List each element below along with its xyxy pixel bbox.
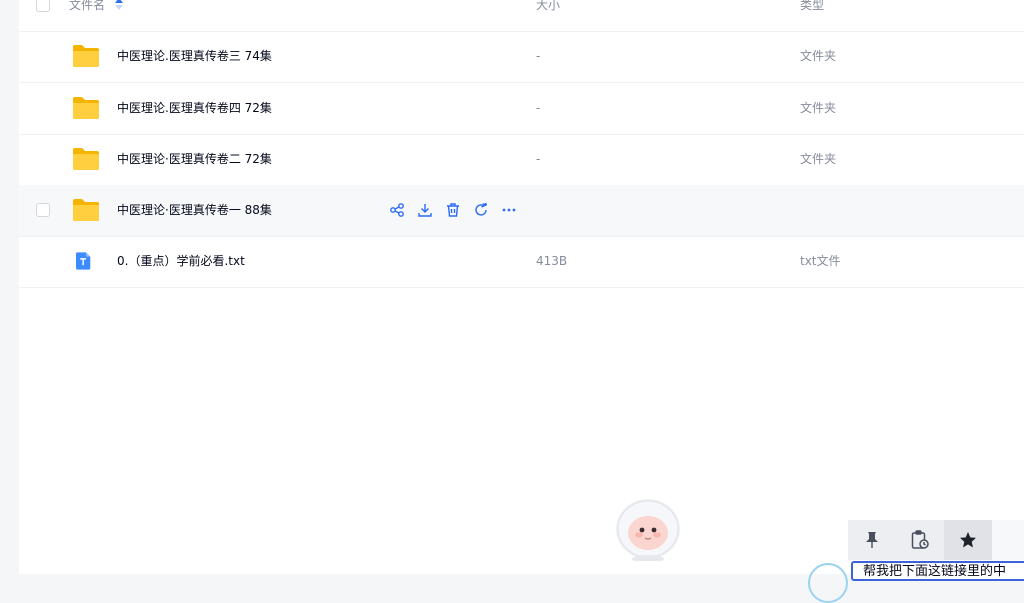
assistant-avatar[interactable] xyxy=(808,563,848,603)
file-size: - xyxy=(536,49,541,63)
file-name[interactable]: 中医理论.医理真传卷四 72集 xyxy=(117,83,272,134)
folder-icon xyxy=(73,97,99,119)
sort-icon[interactable] xyxy=(114,0,123,18)
refresh-icon[interactable] xyxy=(472,201,490,219)
file-list-panel: 文件名 大小 类型 中医理论.医理真传卷三 74集 - 文件夹 中医理论.医理真… xyxy=(19,0,1024,574)
file-size: - xyxy=(536,101,541,115)
download-icon[interactable] xyxy=(416,201,434,219)
clipboard-clock-icon[interactable] xyxy=(896,520,944,560)
table-row[interactable]: 中医理论·医理真传卷二 72集 - 文件夹 xyxy=(19,134,1024,186)
file-name[interactable]: 中医理论.医理真传卷三 74集 xyxy=(117,31,272,82)
toolbar-spacer xyxy=(992,520,1024,560)
row-checkbox[interactable] xyxy=(36,203,50,217)
table-row[interactable]: 中医理论.医理真传卷四 72集 - 文件夹 xyxy=(19,83,1024,135)
file-name[interactable]: 中医理论·医理真传卷二 72集 xyxy=(117,134,272,185)
table-row[interactable]: 中医理论.医理真传卷三 74集 - 文件夹 xyxy=(19,31,1024,83)
file-name[interactable]: 中医理论·医理真传卷一 88集 xyxy=(117,185,272,236)
pin-icon[interactable] xyxy=(848,520,896,560)
table-row[interactable]: 中医理论·医理真传卷一 88集 xyxy=(19,185,1024,237)
name-column-label: 文件名 xyxy=(69,0,106,12)
table-row[interactable]: 0.（重点）学前必看.txt 413B txt文件 xyxy=(19,236,1024,288)
file-type: 文件夹 xyxy=(800,152,837,166)
file-list-header: 文件名 大小 类型 xyxy=(19,0,1024,32)
file-size: - xyxy=(536,152,541,166)
file-type: txt文件 xyxy=(800,254,841,268)
select-all-checkbox[interactable] xyxy=(36,0,50,12)
floating-toolbar xyxy=(848,520,1024,560)
share-icon[interactable] xyxy=(388,201,406,219)
name-column-header[interactable]: 文件名 xyxy=(69,0,123,17)
file-size: 413B xyxy=(536,254,568,268)
more-icon[interactable] xyxy=(500,201,518,219)
txt-file-icon xyxy=(76,252,91,270)
type-column-header[interactable]: 类型 xyxy=(800,0,824,17)
folder-icon xyxy=(73,199,99,221)
folder-icon xyxy=(73,45,99,67)
row-actions xyxy=(388,201,518,221)
file-name[interactable]: 0.（重点）学前必看.txt xyxy=(117,236,245,287)
size-column-header[interactable]: 大小 xyxy=(536,0,560,17)
folder-icon xyxy=(73,148,99,170)
star-icon[interactable] xyxy=(944,520,992,560)
delete-icon[interactable] xyxy=(444,201,462,219)
chat-input[interactable]: 帮我把下面这链接里的中 xyxy=(851,561,1024,581)
file-type: 文件夹 xyxy=(800,101,837,115)
file-type: 文件夹 xyxy=(800,49,837,63)
mascot-icon[interactable] xyxy=(612,497,684,561)
